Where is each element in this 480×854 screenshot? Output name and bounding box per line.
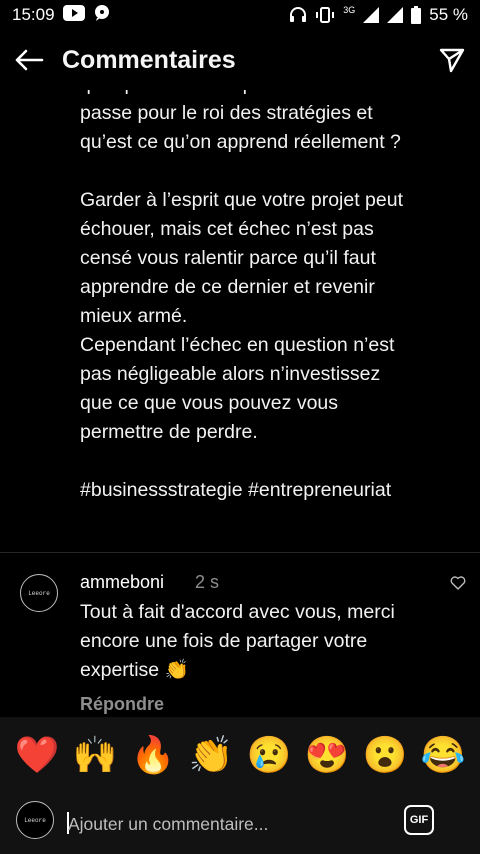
headphones-icon [289, 6, 307, 24]
heart-outline-icon[interactable] [450, 576, 466, 595]
reply-button[interactable]: Répondre [80, 694, 164, 715]
comments-list[interactable]: que quand on n’a que des succès on passe… [0, 90, 480, 717]
youtube-icon [62, 4, 85, 26]
comment-composer: Leeore GIF [0, 793, 480, 854]
emoji-clapping-hands[interactable]: 👏 [189, 737, 234, 773]
page-title: Commentaires [62, 45, 236, 74]
vibrate-icon [315, 6, 335, 24]
emoji-reaction-bar: ❤️ 🙌 🔥 👏 😢 😍 😮 😂 [0, 717, 480, 793]
paper-plane-icon[interactable] [438, 46, 466, 74]
post-caption: que quand on n’a que des succès on passe… [80, 90, 404, 501]
battery-icon [411, 6, 422, 24]
emoji-fire[interactable]: 🔥 [131, 737, 176, 773]
avatar-label: Leeore [28, 589, 50, 597]
emoji-crying-face[interactable]: 😢 [247, 737, 292, 773]
composer-avatar-label: Leeore [24, 816, 46, 824]
emoji-heart-eyes[interactable]: 😍 [305, 737, 350, 773]
status-time: 15:09 [12, 5, 55, 24]
avatar[interactable]: Leeore [20, 574, 58, 612]
composer-avatar: Leeore [16, 801, 54, 839]
emoji-raised-hands[interactable]: 🙌 [73, 737, 118, 773]
header-bar: Commentaires [0, 30, 480, 90]
comment-username[interactable]: ammeboni [80, 572, 164, 593]
emoji-tears-of-joy[interactable]: 😂 [421, 737, 466, 773]
emoji-heart[interactable]: ❤️ [15, 737, 60, 773]
comment-time: 2 s [195, 572, 220, 592]
comment-input[interactable] [68, 811, 388, 837]
chat-notification-icon [93, 4, 111, 27]
divider [0, 552, 480, 553]
network-type: 3G [343, 5, 356, 15]
gif-button[interactable]: GIF [404, 805, 434, 835]
battery-percent: 55 % [429, 5, 468, 24]
signal-icon-2 [387, 7, 404, 23]
status-bar: 15:09 3G 55 % [0, 0, 480, 30]
comment-text: Tout à fait d'accord avec vous, merci en… [80, 601, 395, 681]
signal-icon [363, 7, 380, 23]
arrow-left-icon[interactable] [14, 48, 44, 72]
emoji-surprised[interactable]: 😮 [363, 737, 408, 773]
